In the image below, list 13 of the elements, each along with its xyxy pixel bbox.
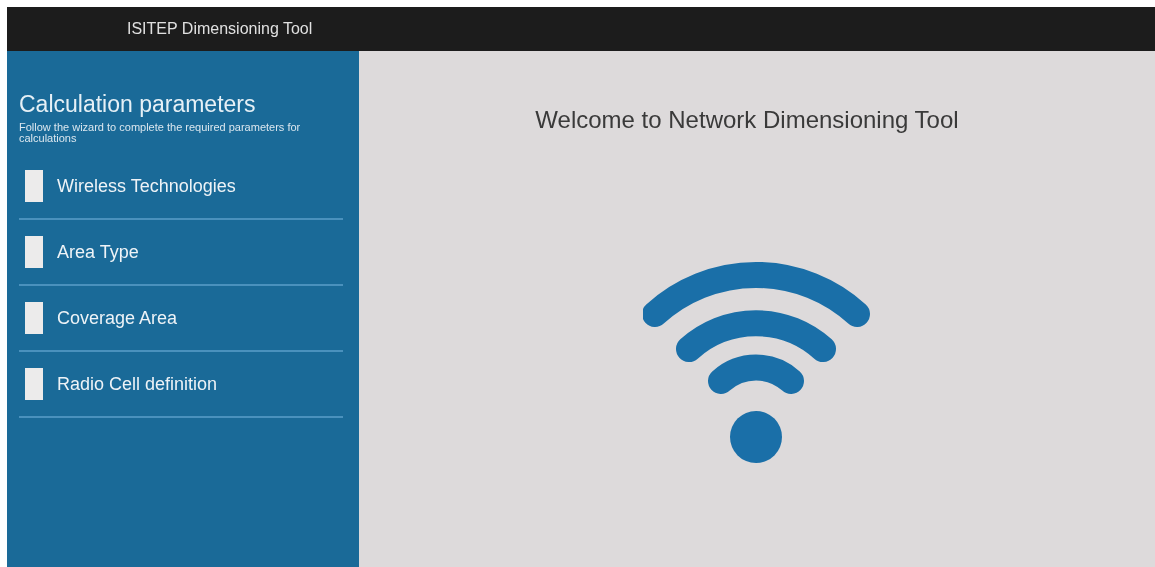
wizard-step[interactable]: Wireless Technologies xyxy=(19,154,343,220)
wizard-step[interactable]: Radio Cell definition xyxy=(19,352,343,418)
step-marker-icon xyxy=(25,170,43,202)
app-title: ISITEP Dimensioning Tool xyxy=(127,20,313,38)
step-marker-icon xyxy=(25,302,43,334)
step-marker-icon xyxy=(25,236,43,268)
step-marker-icon xyxy=(25,368,43,400)
sidebar-description: Follow the wizard to complete the required parameters for calculations xyxy=(19,122,302,144)
wizard-step[interactable]: Coverage Area xyxy=(19,286,343,352)
welcome-heading: Welcome to Network Dimensioning Tool xyxy=(535,106,959,134)
wizard-step[interactable]: Area Type xyxy=(19,220,343,286)
sidebar-title: Calculation parameters xyxy=(19,91,257,118)
wifi-icon xyxy=(643,259,871,465)
